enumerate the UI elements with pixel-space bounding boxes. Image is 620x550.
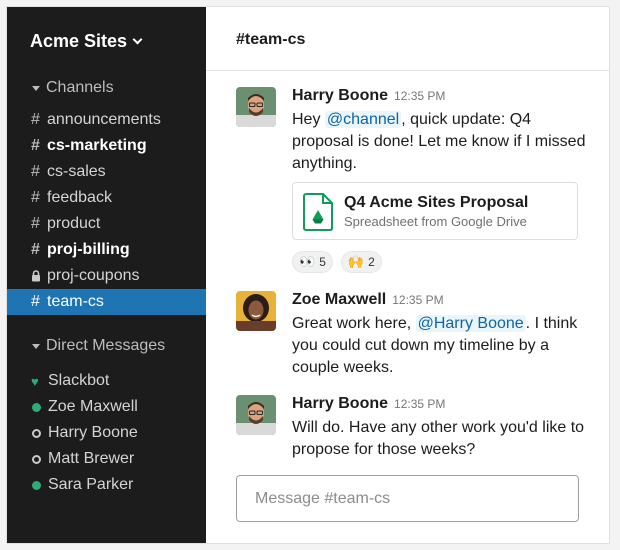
channel-title: #team-cs [236, 31, 306, 48]
sidebar-item-proj-billing[interactable]: # proj-billing [7, 237, 206, 263]
sidebar-item-matt-brewer[interactable]: Matt Brewer [7, 446, 206, 472]
app-window: Acme Sites Channels # announcements # cs… [6, 6, 610, 544]
channel-name: cs-sales [47, 163, 106, 180]
message-body: Harry Boone 12:35 PM Will do. Have any o… [292, 395, 592, 461]
channel-name: cs-marketing [47, 137, 147, 154]
google-drive-spreadsheet-icon [303, 193, 333, 236]
sidebar-item-feedback[interactable]: # feedback [7, 185, 206, 211]
reaction-count: 5 [319, 255, 326, 269]
attachment-subtitle: Spreadsheet from Google Drive [344, 214, 527, 229]
user-mention[interactable]: @Harry Boone [415, 315, 526, 332]
channel-name: announcements [47, 111, 161, 128]
avatar[interactable] [236, 291, 276, 331]
message-author[interactable]: Harry Boone [292, 87, 388, 105]
heart-icon: ♥ [31, 373, 39, 389]
channel-mention[interactable]: @channel [324, 111, 402, 128]
dm-name: Matt Brewer [48, 450, 135, 467]
sidebar-item-sara-parker[interactable]: Sara Parker [7, 472, 206, 498]
avatar[interactable] [236, 87, 276, 127]
message-body: Harry Boone 12:35 PM Hey @channel, quick… [292, 87, 592, 175]
channel-name: product [47, 215, 101, 232]
raised-hands-emoji-icon: 🙌 [347, 254, 365, 270]
sidebar-item-announcements[interactable]: # announcements [7, 107, 206, 133]
sidebar-item-harry-boone[interactable]: Harry Boone [7, 420, 206, 446]
channel-name: feedback [47, 189, 112, 206]
hash-icon: # [31, 137, 40, 154]
sidebar-item-cs-marketing[interactable]: # cs-marketing [7, 133, 206, 159]
hash-icon: # [31, 189, 40, 206]
sidebar-item-zoe-maxwell[interactable]: Zoe Maxwell [7, 394, 206, 420]
channel-view: #team-cs Harry Boone 12:35 PM Hey @chann… [206, 7, 609, 543]
dm-name: Sara Parker [48, 476, 134, 493]
message-composer[interactable] [236, 475, 579, 522]
reactions: 👀 5 🙌 2 [292, 251, 382, 273]
channel-header: #team-cs [206, 7, 609, 71]
workspace-switcher[interactable]: Acme Sites [30, 31, 143, 52]
message-text: Will do. Have any other work you'd like … [292, 419, 585, 458]
hash-icon: # [31, 215, 40, 232]
online-status-icon [32, 402, 41, 412]
message-timestamp[interactable]: 12:35 PM [394, 89, 445, 103]
away-status-icon [32, 428, 41, 438]
message-input[interactable] [237, 476, 578, 521]
sidebar: Acme Sites Channels # announcements # cs… [7, 7, 206, 543]
channel-name: proj-billing [47, 241, 130, 258]
channels-label: Channels [46, 79, 114, 96]
avatar[interactable] [236, 395, 276, 435]
reaction-eyes[interactable]: 👀 5 [292, 251, 333, 273]
online-status-icon [32, 480, 41, 490]
dm-list: ♥ Slackbot Zoe Maxwell Harry Boone Matt … [7, 368, 206, 498]
message-author[interactable]: Zoe Maxwell [292, 291, 386, 309]
dm-name: Zoe Maxwell [48, 398, 138, 415]
channel-name: team-cs [47, 293, 104, 310]
workspace-name: Acme Sites [30, 31, 128, 51]
message-text: Hey @channel, quick update: Q4 proposal … [292, 111, 586, 172]
channel-list: # announcements # cs-marketing # cs-sale… [7, 107, 206, 315]
dm-label: Direct Messages [46, 337, 166, 354]
channel-name: proj-coupons [47, 267, 140, 284]
hash-icon: # [31, 293, 40, 310]
reaction-raised-hands[interactable]: 🙌 2 [340, 251, 382, 273]
message-timestamp[interactable]: 12:35 PM [392, 293, 443, 307]
reaction-count: 2 [368, 255, 375, 269]
caret-down-icon [32, 344, 40, 349]
sidebar-item-slackbot[interactable]: ♥ Slackbot [7, 368, 206, 394]
sidebar-item-product[interactable]: # product [7, 211, 206, 237]
caret-down-icon [32, 86, 40, 91]
hash-icon: # [31, 241, 40, 258]
dm-name: Slackbot [48, 372, 110, 389]
sidebar-item-proj-coupons[interactable]: proj-coupons [7, 263, 206, 289]
attachment-title: Q4 Acme Sites Proposal [344, 194, 529, 211]
message-text: Great work here, @Harry Boone. I think y… [292, 313, 592, 379]
channels-section-header[interactable]: Channels [32, 79, 114, 97]
message-text-start: Great work here, [292, 315, 416, 332]
message-body: Zoe Maxwell 12:35 PM Great work here, @H… [292, 291, 592, 379]
lock-icon [31, 270, 47, 282]
sidebar-item-cs-sales[interactable]: # cs-sales [7, 159, 206, 185]
hash-icon: # [31, 111, 40, 128]
dm-section-header[interactable]: Direct Messages [32, 337, 165, 355]
file-attachment[interactable]: Q4 Acme Sites Proposal Spreadsheet from … [292, 182, 578, 240]
hash-icon: # [31, 163, 40, 180]
message-timestamp[interactable]: 12:35 PM [394, 397, 445, 411]
dm-name: Harry Boone [48, 424, 138, 441]
message-author[interactable]: Harry Boone [292, 395, 388, 413]
away-status-icon [32, 454, 41, 464]
sidebar-item-team-cs[interactable]: # team-cs [7, 289, 206, 315]
eyes-emoji-icon: 👀 [299, 254, 316, 270]
chevron-down-icon [132, 34, 143, 45]
